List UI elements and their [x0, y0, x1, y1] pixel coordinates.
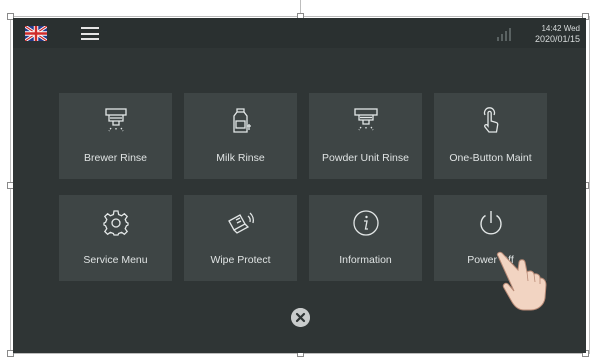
- maintenance-grid: Brewer Rinse Milk Rinse Powder Unit Rins…: [59, 93, 549, 281]
- tile-label: Powder Unit Rinse: [322, 152, 409, 164]
- info-icon: [351, 208, 381, 238]
- powder-rinse-icon: [351, 106, 381, 136]
- top-bar: 14:42 Wed 2020/01/15: [13, 18, 586, 48]
- powder-unit-rinse-button[interactable]: Powder Unit Rinse: [309, 93, 422, 179]
- wipe-hand-icon: [226, 208, 256, 238]
- uk-flag-icon[interactable]: [25, 26, 47, 41]
- brewer-rinse-icon: [101, 106, 131, 136]
- gear-icon: [101, 208, 131, 238]
- power-icon: [476, 208, 506, 238]
- tile-label: Service Menu: [83, 254, 148, 266]
- brewer-rinse-button[interactable]: Brewer Rinse: [59, 93, 172, 179]
- wipe-protect-button[interactable]: Wipe Protect: [184, 195, 297, 281]
- touch-finger-icon: [476, 106, 506, 136]
- tile-label: Brewer Rinse: [83, 152, 148, 164]
- signal-bars-icon: [497, 28, 511, 41]
- clock: 14:42 Wed 2020/01/15: [535, 23, 580, 45]
- tile-label: Wipe Protect: [210, 254, 271, 266]
- close-icon[interactable]: [291, 308, 310, 327]
- time-day: 14:42 Wed: [541, 24, 580, 33]
- date: 2020/01/15: [534, 34, 580, 44]
- milk-rinse-button[interactable]: Milk Rinse: [184, 93, 297, 179]
- hamburger-menu-icon[interactable]: [81, 27, 99, 40]
- tile-label: Information: [339, 254, 392, 266]
- tile-label: One-Button Maint: [449, 152, 532, 164]
- tile-label: Milk Rinse: [216, 152, 265, 164]
- information-button[interactable]: Information: [309, 195, 422, 281]
- one-button-maint-button[interactable]: One-Button Maint: [434, 93, 547, 179]
- pointing-hand-icon: [496, 251, 547, 311]
- milk-rinse-icon: [226, 106, 256, 136]
- service-menu-button[interactable]: Service Menu: [59, 195, 172, 281]
